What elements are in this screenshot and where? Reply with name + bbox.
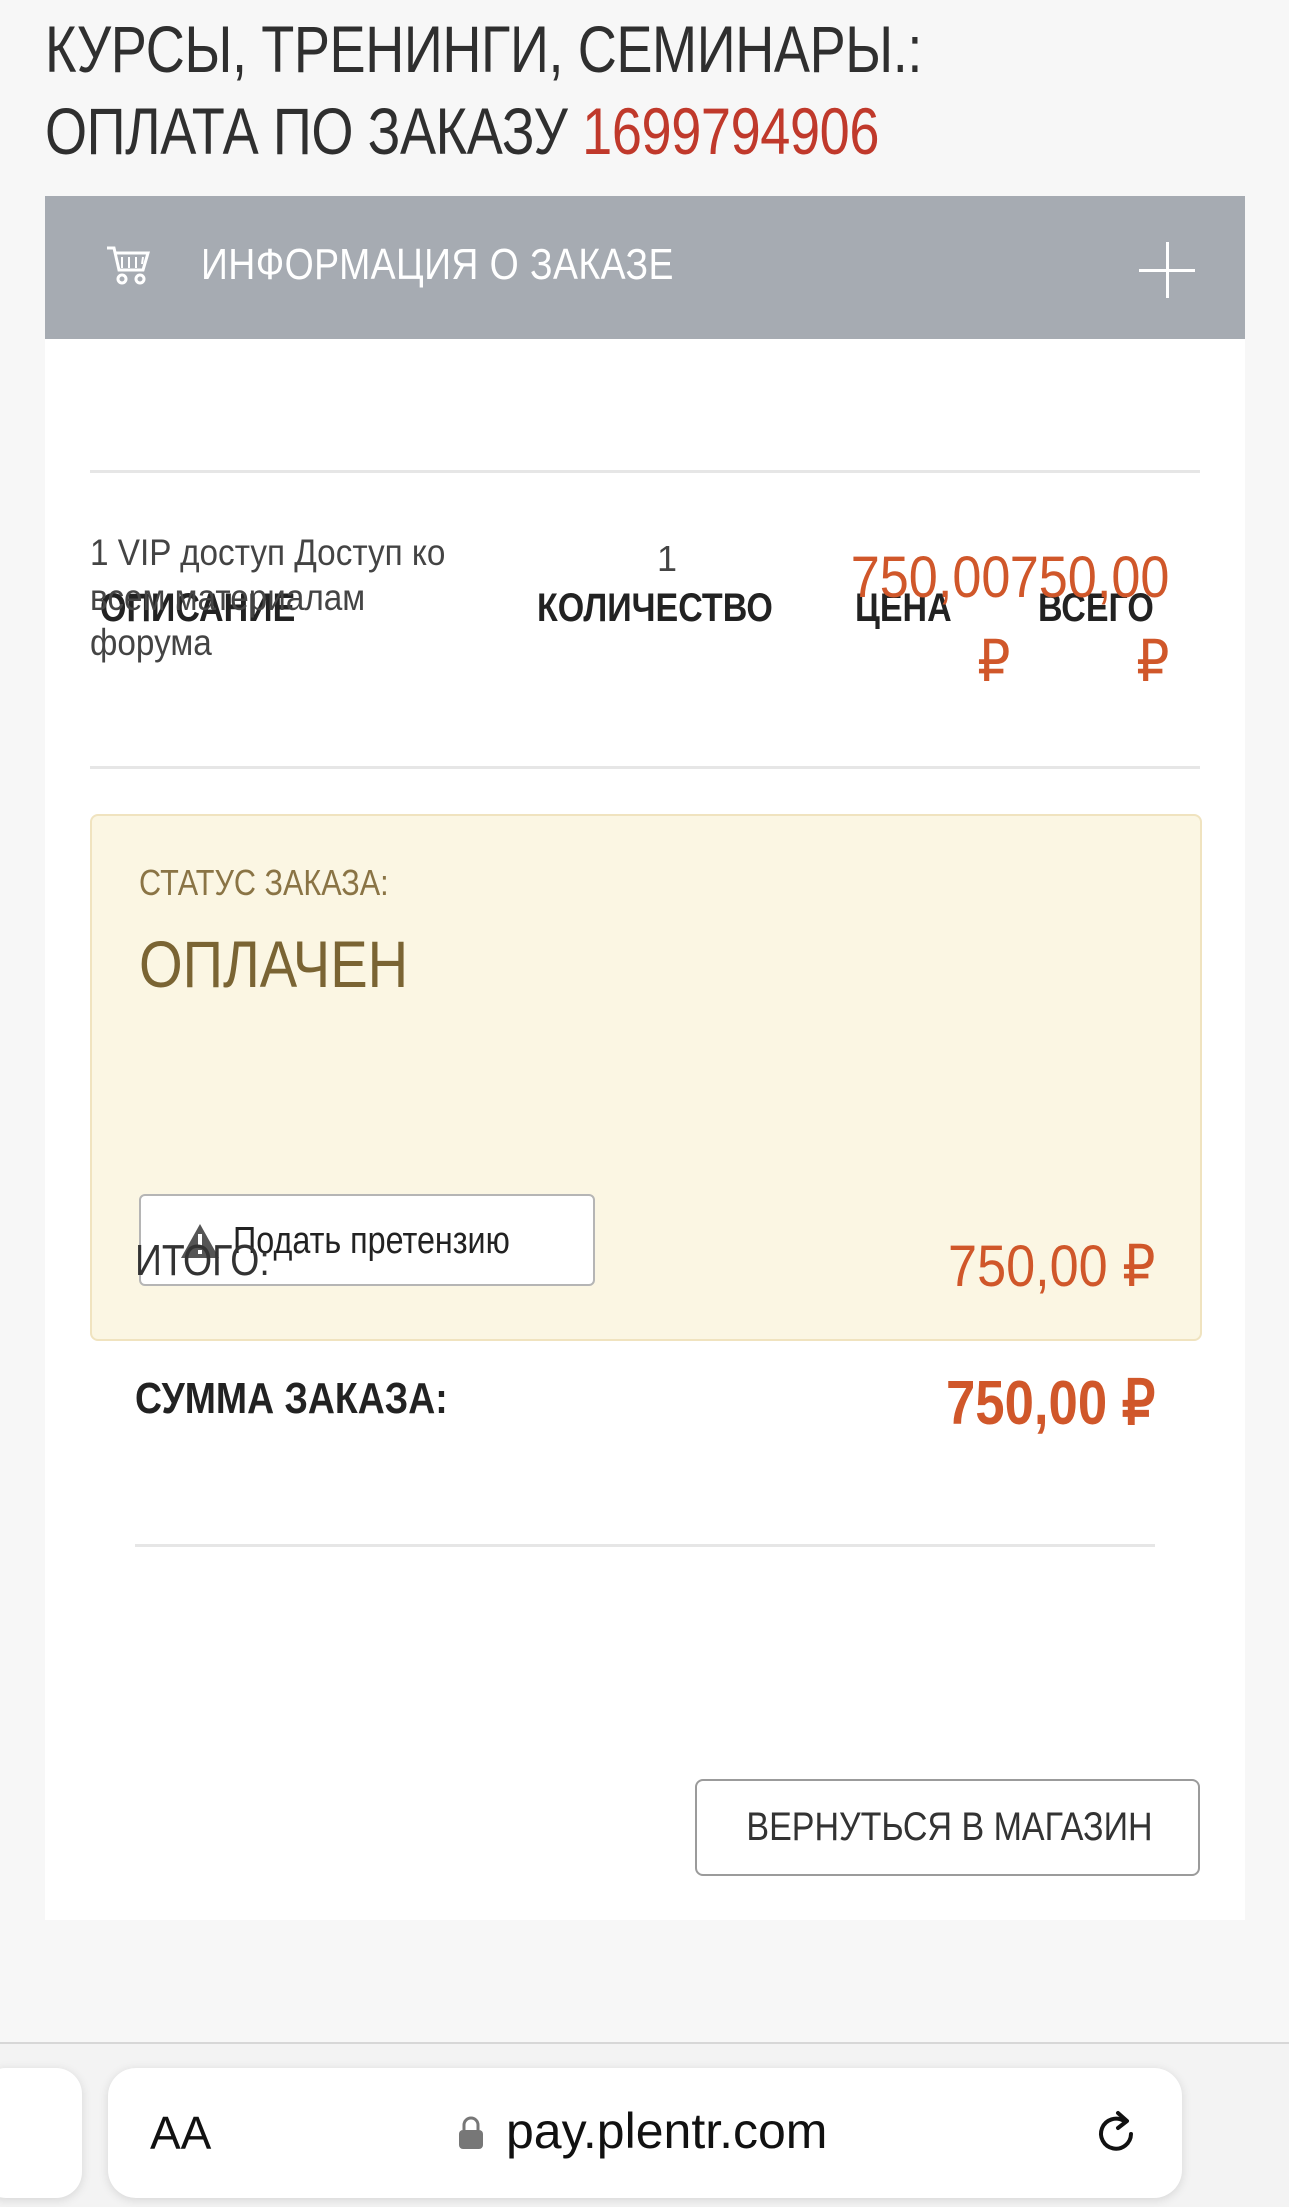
item-total: 750,00 ₽ — [1009, 536, 1169, 704]
item-price-currency: ₽ — [976, 629, 1010, 694]
submit-claim-label: Подать претензию — [233, 1220, 510, 1262]
item-quantity: 1 — [657, 538, 678, 579]
browser-toolbar: AA pay.plentr.com — [0, 2042, 1289, 2207]
lock-icon — [459, 2116, 483, 2149]
back-to-shop-button[interactable]: ВЕРНУТЬСЯ В МАГАЗИН — [695, 1779, 1200, 1876]
reload-icon[interactable] — [1090, 2108, 1142, 2160]
text-size-button[interactable]: AA — [150, 2106, 211, 2160]
item-total-value: 750,00 — [1009, 545, 1169, 610]
previous-tab-stub[interactable] — [0, 2068, 82, 2198]
summary-divider — [135, 1544, 1155, 1547]
status-value: ОПЛАЧЕН — [139, 927, 409, 1001]
header-quantity: КОЛИЧЕСТВО — [537, 586, 773, 630]
header-divider — [90, 470, 1200, 473]
back-to-shop-label: ВЕРНУТЬСЯ В МАГАЗИН — [746, 1805, 1153, 1849]
item-description: 1 VIP доступ Доступ ко всем материалам ф… — [90, 532, 446, 663]
url-text: pay.plentr.com — [506, 2103, 828, 2159]
order-info-panel-header[interactable]: ИНФОРМАЦИЯ О ЗАКАЗЕ — [45, 196, 1245, 339]
text-size-label: AA — [150, 2107, 212, 2159]
order-sum-label: СУММА ЗАКАЗА: — [135, 1374, 448, 1423]
item-price: 750,00 ₽ — [850, 536, 1010, 704]
subtotal-label: ИТОГО: — [135, 1236, 270, 1285]
row-divider — [90, 766, 1200, 769]
item-total-currency: ₽ — [1135, 629, 1169, 694]
order-card: ИНФОРМАЦИЯ О ЗАКАЗЕ ОПИСАНИЕ КОЛИЧЕСТВО … — [45, 196, 1245, 1920]
address-bar[interactable]: AA pay.plentr.com — [108, 2068, 1182, 2198]
order-number: 1699794906 — [582, 94, 880, 168]
cart-icon — [107, 246, 151, 285]
item-price-value: 750,00 — [850, 545, 1010, 610]
order-info-title: ИНФОРМАЦИЯ О ЗАКАЗЕ — [201, 240, 674, 289]
plus-icon[interactable] — [1139, 242, 1195, 298]
status-label: СТАТУС ЗАКАЗА: — [139, 862, 389, 903]
order-sum-value: 750,00 ₽ — [945, 1369, 1155, 1438]
page-title: Курсы, тренинги, семинары.: оплата по за… — [45, 8, 1029, 172]
subtotal-value: 750,00 ₽ — [947, 1234, 1155, 1299]
